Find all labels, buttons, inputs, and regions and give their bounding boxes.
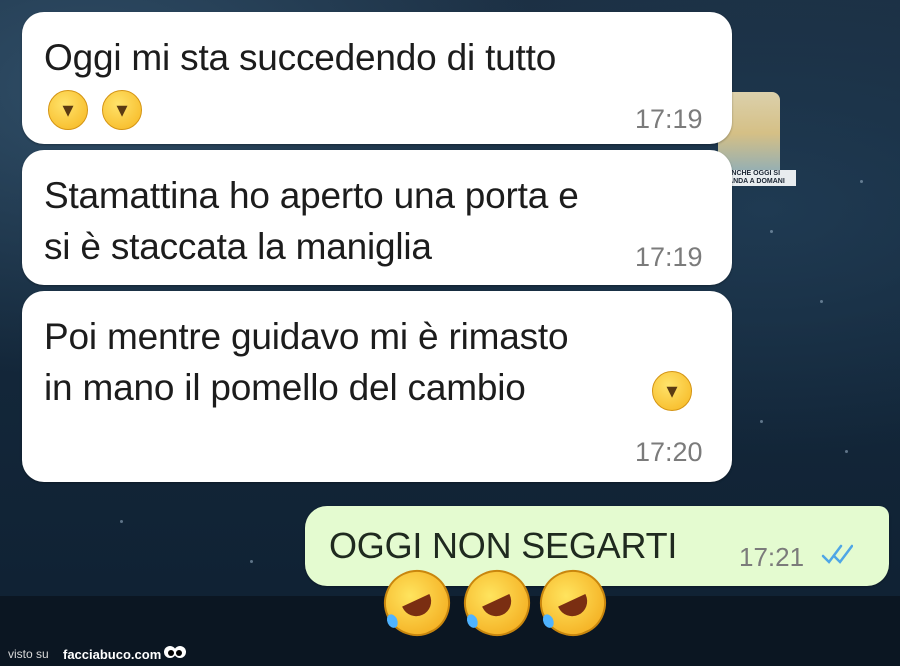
double-check-icon [821, 544, 853, 564]
footer-site-link[interactable]: facciabuco.com [63, 647, 161, 662]
message-text: OGGI NON SEGARTI [329, 525, 678, 566]
footer-visto-su: visto su [8, 647, 49, 661]
background-star [760, 420, 763, 423]
laughing-emoji-icon: ▾ [652, 371, 692, 411]
incoming-message[interactable]: Oggi mi sta succedendo di tutto ▾ ▾ 17:1… [22, 12, 732, 144]
background-star [845, 450, 848, 453]
background-star [860, 180, 863, 183]
background-star [820, 300, 823, 303]
message-text: Stamattina ho aperto una porta e si è st… [44, 175, 579, 267]
background-star [250, 560, 253, 563]
laughing-emoji-icon: ▾ [102, 90, 142, 130]
background-star [770, 230, 773, 233]
outgoing-message[interactable]: OGGI NON SEGARTI 17:21 [305, 506, 889, 586]
laughing-emoji-icon: ▾ [48, 90, 88, 130]
incoming-message[interactable]: Poi mentre guidavo mi è rimasto in mano … [22, 291, 732, 482]
incoming-message[interactable]: Stamattina ho aperto una porta e si è st… [22, 150, 732, 285]
message-time: 17:21 [739, 542, 805, 572]
message-time: 17:19 [635, 242, 703, 272]
eyes-icon [164, 646, 186, 658]
message-time: 17:19 [635, 104, 703, 134]
message-text: Poi mentre guidavo mi è rimasto in mano … [44, 316, 569, 408]
message-time: 17:20 [635, 437, 703, 467]
message-text: Oggi mi sta succedendo di tutto [44, 37, 557, 78]
background-star [120, 520, 123, 523]
